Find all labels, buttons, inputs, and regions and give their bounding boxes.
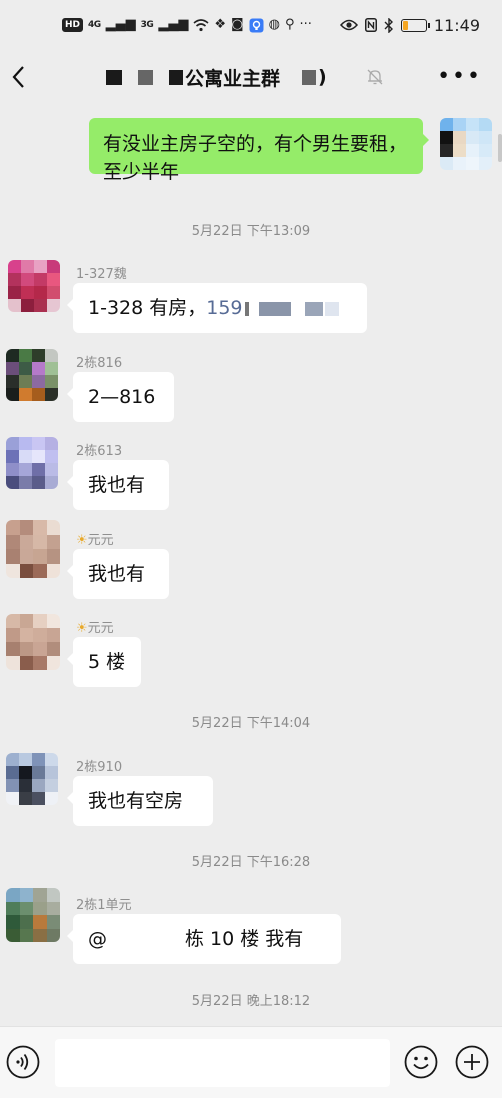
app-notify-icon: ◍: [268, 17, 280, 32]
chat-header: 公寓业主群 ) •••: [0, 50, 502, 106]
avatar[interactable]: [6, 520, 60, 578]
plus-circle-icon[interactable]: [455, 1045, 489, 1079]
avatar[interactable]: [6, 888, 60, 942]
sun-icon: ☀: [76, 533, 88, 548]
avatar[interactable]: [6, 437, 58, 489]
incoming-message[interactable]: 我也有: [67, 549, 169, 599]
sender-name: 2栋910: [76, 760, 123, 775]
emoji-icon[interactable]: [404, 1045, 438, 1079]
redacted-block: [304, 301, 323, 316]
status-left-icons: HD 4G ▂▄▆ 3G ▂▄▆ ❖ ◙ ◍ ⚲ ···: [62, 14, 312, 36]
sender-name: 2栋613: [76, 444, 123, 459]
message-text: 1-328 有房，: [88, 297, 207, 319]
avatar[interactable]: [440, 118, 492, 170]
chat-title-text: 公寓业主群: [185, 67, 281, 90]
sender-name: 1-327魏: [76, 267, 127, 282]
battery-icon: [400, 18, 430, 32]
redacted-block: [324, 301, 339, 316]
wifi-icon: [193, 19, 209, 32]
avatar[interactable]: [6, 614, 60, 670]
back-chevron-icon[interactable]: [8, 62, 32, 92]
hd-icon: HD: [62, 18, 84, 32]
chat-title: 公寓业主群 ): [106, 64, 327, 90]
message-input[interactable]: [55, 1039, 390, 1087]
redacted-block: [302, 69, 317, 85]
incoming-message[interactable]: 2—816: [67, 372, 174, 422]
avatar[interactable]: [8, 260, 60, 312]
sender-name: 2栋816: [76, 356, 123, 371]
sun-icon: ☀: [76, 621, 88, 636]
signal-4g-icon: 4G: [88, 20, 101, 30]
search-app-icon: ⚲: [284, 17, 295, 32]
signal-3g-icon: 3G: [140, 20, 154, 30]
avatar[interactable]: [6, 349, 58, 401]
chat-title-suffix: ): [318, 66, 327, 88]
bell-mute-icon: [367, 69, 383, 85]
more-notifications-icon: ···: [299, 17, 312, 32]
incoming-message[interactable]: @ 栋 10 楼 我有: [67, 914, 341, 964]
nfc-icon: [364, 18, 377, 32]
incoming-message[interactable]: 5 楼: [67, 637, 141, 687]
time-separator: 5月22日 晚上18:12: [191, 994, 311, 1009]
message-list[interactable]: 有没业主房子空的，有个男生要租，至少半年 5月22日 下午13:09 1-327…: [0, 106, 502, 1026]
incoming-message[interactable]: 我也有空房: [67, 776, 213, 826]
time-separator: 5月22日 下午13:09: [191, 224, 311, 239]
time-separator: 5月22日 下午14:04: [191, 716, 311, 731]
eye-icon: [339, 19, 358, 31]
avatar[interactable]: [6, 753, 58, 805]
redacted-block: [138, 69, 153, 85]
message-text: 有没业主房子空的，有个男生要租，至少半年: [103, 133, 408, 183]
signal-bars-icon: ▂▄▆: [158, 17, 189, 32]
message-text: 2—816: [88, 386, 156, 408]
wechat-notify-icon: ❖: [214, 17, 226, 32]
incoming-message[interactable]: 我也有: [67, 460, 169, 510]
signal-bars-icon: ▂▄▆: [105, 17, 136, 32]
message-text: 我也有: [88, 474, 146, 496]
status-bar: HD 4G ▂▄▆ 3G ▂▄▆ ❖ ◙ ◍ ⚲ ··· 11:49: [0, 0, 502, 50]
incoming-message[interactable]: 1-328 有房，159: [67, 283, 367, 333]
app-notify-icon: [249, 18, 264, 32]
input-bar: [0, 1026, 502, 1098]
sender-name: ☀元元: [76, 621, 114, 636]
message-text: 我也有: [88, 563, 146, 585]
clock: 11:49: [433, 15, 480, 35]
bluetooth-icon: [384, 17, 393, 33]
redacted-block: [111, 932, 181, 947]
voice-icon[interactable]: [6, 1045, 40, 1079]
scroll-indicator[interactable]: [498, 134, 502, 162]
shield-app-icon: ◙: [230, 17, 244, 32]
redacted-block: [169, 69, 183, 85]
message-text: 我也有空房: [88, 790, 184, 812]
sender-name: ☀元元: [76, 533, 114, 548]
redacted-block: [258, 301, 291, 316]
more-dots-icon[interactable]: •••: [437, 66, 482, 88]
message-text: 栋 10 楼 我有: [185, 928, 304, 950]
mention-at: @: [88, 928, 107, 950]
redacted-block: [106, 69, 122, 85]
status-right-icons: 11:49: [339, 14, 480, 36]
message-text: 5 楼: [88, 651, 126, 673]
phone-number-partial[interactable]: 159: [206, 297, 242, 319]
sender-name: 2栋1单元: [76, 898, 132, 913]
redacted-block: [244, 301, 249, 316]
time-separator: 5月22日 下午16:28: [191, 855, 311, 870]
outgoing-message[interactable]: 有没业主房子空的，有个男生要租，至少半年: [89, 118, 429, 183]
